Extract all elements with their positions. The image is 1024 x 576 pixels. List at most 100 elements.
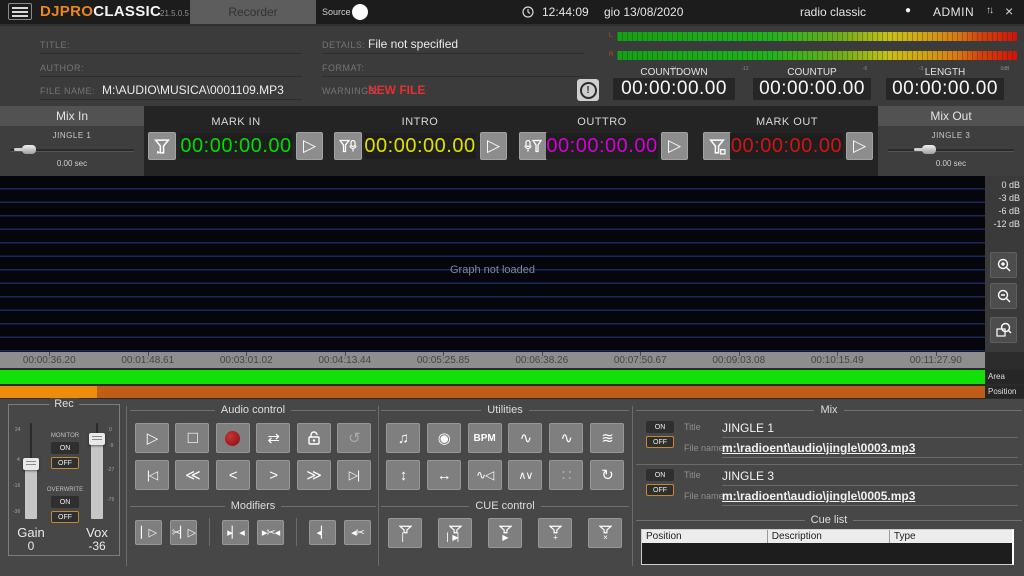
fast-forward-button[interactable]: ≫ bbox=[297, 460, 331, 490]
area-bar[interactable] bbox=[0, 370, 985, 384]
util-import-file-button[interactable]: ♫ bbox=[386, 423, 420, 453]
vox-tick: 0 bbox=[109, 427, 112, 433]
timeline-ruler[interactable]: 00:00:36.20 00:01:48.61 00:03:01.02 00:0… bbox=[0, 352, 985, 368]
mix2-off-button[interactable]: OFF bbox=[646, 484, 674, 496]
overwrite-on-button[interactable]: ON bbox=[51, 496, 79, 508]
monitor-off-button[interactable]: OFF bbox=[51, 457, 79, 469]
format-label: FORMAT: bbox=[322, 63, 364, 73]
position-bar[interactable] bbox=[0, 386, 985, 398]
cue-play-button[interactable]: ▶ bbox=[488, 518, 522, 548]
source-toggle[interactable] bbox=[352, 4, 368, 20]
menu-icon[interactable] bbox=[8, 3, 32, 20]
redo-button[interactable]: ↻ bbox=[590, 460, 624, 490]
skip-start-button[interactable]: |◁ bbox=[135, 460, 169, 490]
lock-button[interactable] bbox=[297, 423, 331, 453]
mod-play-from-button[interactable]: ▏▷ bbox=[135, 520, 162, 545]
cue-add-button[interactable]: + bbox=[538, 518, 572, 548]
outtro-play-button[interactable]: ▷ bbox=[661, 132, 688, 160]
rewind-button[interactable]: ≪ bbox=[175, 460, 209, 490]
mark-in-set-button[interactable] bbox=[148, 132, 176, 160]
position-thumb[interactable] bbox=[0, 386, 97, 398]
outtro-time[interactable]: 00:00:00.00 bbox=[546, 133, 658, 159]
zoom-fit-button[interactable] bbox=[990, 317, 1017, 343]
warning-button[interactable]: ! bbox=[577, 79, 599, 101]
mix1-off-button[interactable]: OFF bbox=[646, 436, 674, 448]
mark-in-play-button[interactable]: ▷ bbox=[296, 132, 323, 160]
vox-label: Vox bbox=[77, 525, 117, 540]
cue-col-type[interactable]: Type bbox=[890, 530, 1012, 543]
file-info-section: TITLE: AUTHOR: FILE NAME: M:\AUDIO\MUSIC… bbox=[0, 24, 1024, 106]
gain-slider[interactable] bbox=[23, 423, 39, 519]
zoom-out-button[interactable] bbox=[990, 283, 1017, 309]
user-name[interactable]: ADMIN bbox=[933, 5, 974, 19]
switch-user-icon[interactable]: ↑↓ bbox=[986, 5, 992, 16]
cue-mark-button[interactable]: ▏ bbox=[388, 518, 422, 548]
close-icon[interactable]: × bbox=[1005, 3, 1013, 19]
vox-slider[interactable] bbox=[89, 423, 105, 519]
overwrite-label: OVERWRITE bbox=[43, 487, 87, 493]
util-normalize-v-button[interactable]: ↕ bbox=[386, 460, 420, 490]
cue-col-position[interactable]: Position bbox=[642, 530, 768, 543]
timeline-tick: 00:00:36.20 bbox=[0, 352, 99, 368]
util-disc-button[interactable]: ◉ bbox=[427, 423, 461, 453]
mod-cut-both-button[interactable]: ▸✂◂ bbox=[257, 520, 284, 545]
filename-underline bbox=[40, 99, 302, 100]
util-wave-button[interactable]: ∿ bbox=[549, 423, 583, 453]
util-levels-button[interactable]: ∷ bbox=[549, 460, 583, 490]
rewind-icon: ≪ bbox=[185, 466, 200, 484]
mix2-title-underline bbox=[722, 485, 1018, 486]
undo-button[interactable]: ↺ bbox=[337, 423, 371, 453]
mix2-file-link[interactable]: m:\radioent\audio\jingle\0005.mp3 bbox=[722, 489, 915, 503]
mix1-on-button[interactable]: ON bbox=[646, 421, 674, 433]
mix-row-separator bbox=[636, 464, 1022, 465]
mark-out-play-button[interactable]: ▷ bbox=[846, 132, 873, 160]
tab-recorder[interactable]: Recorder bbox=[190, 0, 316, 24]
intro-play-button[interactable]: ▷ bbox=[480, 132, 507, 160]
db-label-12: -12 dB bbox=[985, 218, 1024, 231]
levels-horizontal-icon: ↔ bbox=[437, 467, 451, 484]
filename-field[interactable]: M:\AUDIO\MUSICA\0001109.MP3 bbox=[102, 83, 284, 97]
cue-delete-button[interactable]: × bbox=[588, 518, 622, 548]
cue-goto-button[interactable]: ▏▶▏ bbox=[438, 518, 472, 548]
cue-col-description[interactable]: Description bbox=[768, 530, 890, 543]
zoom-in-button[interactable] bbox=[990, 252, 1017, 278]
stop-button[interactable]: □ bbox=[175, 423, 209, 453]
step-back-button[interactable]: < bbox=[216, 460, 250, 490]
mix-out-slider[interactable] bbox=[888, 143, 1014, 157]
intro-time[interactable]: 00:00:00.00 bbox=[364, 133, 476, 159]
lock-icon bbox=[307, 430, 321, 446]
timeline-tick: 00:04:13.44 bbox=[296, 352, 395, 368]
util-normalize-h-button[interactable]: ↔ bbox=[427, 460, 461, 490]
mark-in-time[interactable]: 00:00:00.00 bbox=[180, 133, 292, 159]
mix1-file-link[interactable]: m:\radioent\audio\jingle\0003.mp3 bbox=[722, 441, 915, 455]
mark-out-time[interactable]: 00:00:00.00 bbox=[730, 133, 843, 159]
skip-end-button[interactable]: ▷| bbox=[337, 460, 371, 490]
util-bpm-button[interactable]: BPM bbox=[468, 423, 502, 453]
step-forward-button[interactable]: > bbox=[256, 460, 290, 490]
mod-cut-right-button[interactable]: ✂▏▷ bbox=[170, 520, 197, 545]
vox-tick: -75 bbox=[107, 497, 114, 503]
mix2-on-button[interactable]: ON bbox=[646, 469, 674, 481]
util-fade-button[interactable]: ∿ bbox=[508, 423, 542, 453]
play-button[interactable]: ▷ bbox=[135, 423, 169, 453]
vu-meter-left bbox=[617, 32, 1017, 41]
levels-vertical-icon: ↕ bbox=[400, 467, 407, 484]
util-wave-speaker-button[interactable]: ∿◁ bbox=[468, 460, 502, 490]
mark-out-set-button[interactable] bbox=[703, 132, 731, 160]
overwrite-off-button[interactable]: OFF bbox=[51, 511, 79, 523]
loop-button[interactable]: ⇄ bbox=[256, 423, 290, 453]
mod-cut-left-button[interactable]: ◂✂ bbox=[344, 520, 371, 545]
outtro-set-button[interactable] bbox=[519, 132, 547, 160]
intro-set-button[interactable] bbox=[334, 132, 362, 160]
util-envelope-button[interactable]: ∧∨ bbox=[508, 460, 542, 490]
mix-in-slider[interactable] bbox=[10, 143, 134, 157]
mod-trim-button[interactable]: ▸▏◂ bbox=[222, 520, 249, 545]
mix-in-title: Mix In bbox=[0, 106, 144, 126]
bottom-controls: Rec 24 4 -16 -36 0 -9 -27 -75 MONITOR ON… bbox=[0, 399, 1024, 576]
record-button[interactable] bbox=[216, 423, 250, 453]
waveform-display[interactable]: Graph not loaded bbox=[0, 176, 985, 352]
monitor-on-button[interactable]: ON bbox=[51, 442, 79, 454]
countup-value: 00:00:00.00 bbox=[753, 78, 871, 100]
util-double-wave-button[interactable]: ≋ bbox=[590, 423, 624, 453]
mod-to-mark-button[interactable]: ◂▏ bbox=[309, 520, 336, 545]
